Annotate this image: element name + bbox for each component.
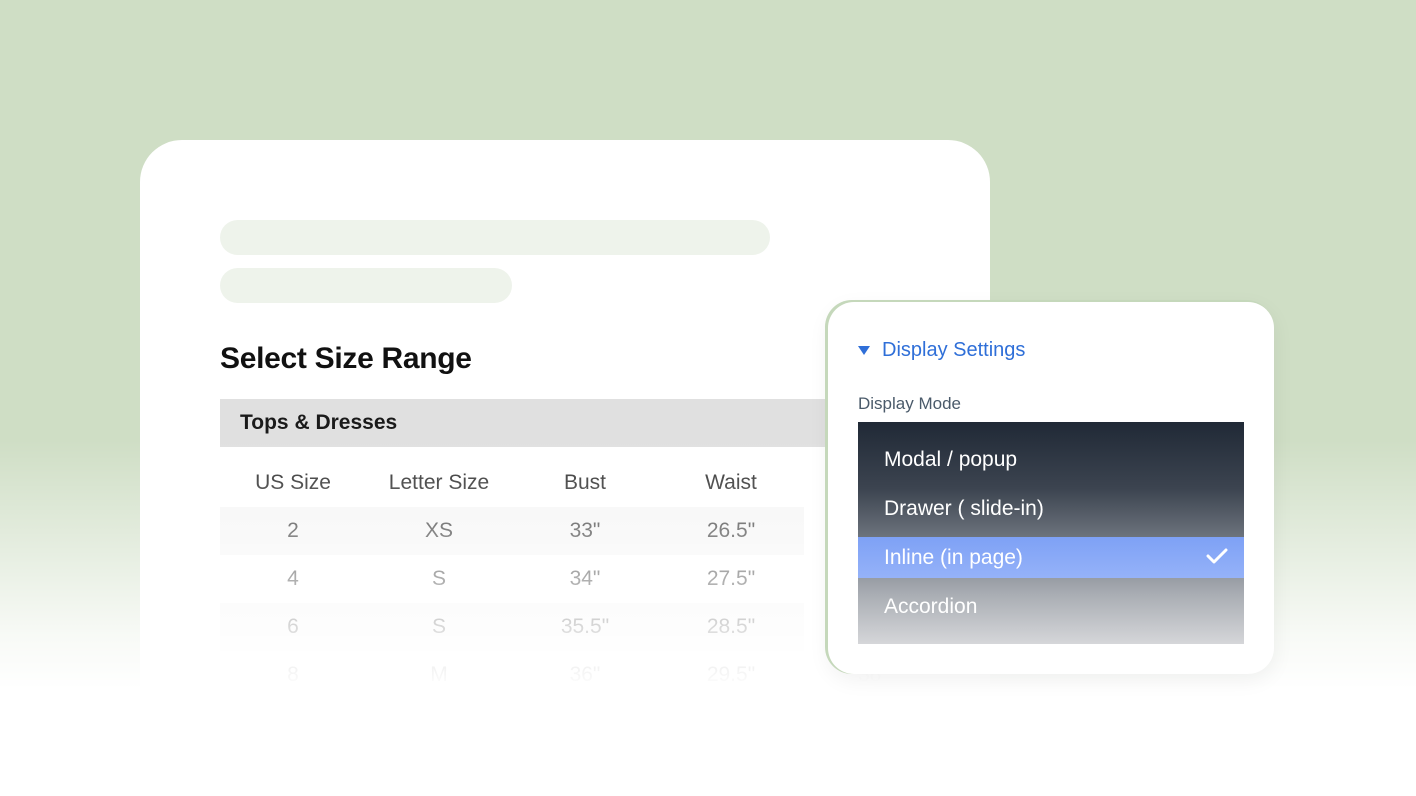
group-label: Tops & Dresses [240,411,398,434]
skeleton-line [220,268,512,303]
table-row: 4 S 34" 27.5" [220,555,804,603]
table-cell: XS [366,507,512,555]
display-mode-label: Display Mode [858,394,961,413]
option-label: Drawer ( slide-in) [884,496,1044,520]
display-settings-label: Display Settings [882,339,1026,361]
table-row: 6 S 35.5" 28.5" [220,603,804,651]
skeleton-line [220,220,770,255]
table-row: 8 M 36" 29.5" [220,651,804,699]
column-header: Bust [563,471,607,494]
table-cell: 26.5" [658,507,804,555]
table-cell: 29.5" [706,663,756,686]
table-cell: 36" [569,663,601,686]
option-label: Modal / popup [884,447,1018,471]
checkmark-icon [1206,548,1228,564]
column-header: US Size [255,471,331,494]
column-header: Waist [705,471,757,494]
option-label: Accordion [884,594,978,618]
table-header-row: US Size Letter Size Bust Waist [220,459,804,507]
table-cell: 34" [569,567,601,590]
size-table: US Size Letter Size Bust Waist 2 XS 33" … [220,459,804,699]
table-cell: 28.5" [658,603,804,651]
display-mode-dropdown[interactable]: Modal / popup Drawer ( slide-in) Inline … [858,422,1244,644]
triangle-down-icon [858,346,870,355]
table-cell: 4 [287,567,299,590]
option-label: Inline (in page) [884,545,1023,569]
table-cell: 2 [220,507,366,555]
display-settings-panel: Display Settings Display Mode Modal / po… [828,302,1274,674]
table-cell: S [366,603,512,651]
table-cell: S [431,567,446,590]
column-header: Letter Size [388,471,490,494]
option-accordion[interactable]: Accordion [858,586,1244,627]
option-inline-selected[interactable]: Inline (in page) [858,537,1244,578]
table-cell: 27.5" [706,567,756,590]
option-modal[interactable]: Modal / popup [858,439,1244,480]
page-title: Select Size Range [220,342,472,375]
display-settings-toggle[interactable]: Display Settings [858,339,1025,362]
table-row: 2 XS 33" 26.5" [220,507,804,555]
table-cell: 35.5" [512,603,658,651]
option-drawer[interactable]: Drawer ( slide-in) [858,488,1244,529]
table-cell: 6 [220,603,366,651]
table-cell: 8 [287,663,299,686]
table-cell: M [430,663,448,686]
table-cell: 33" [512,507,658,555]
